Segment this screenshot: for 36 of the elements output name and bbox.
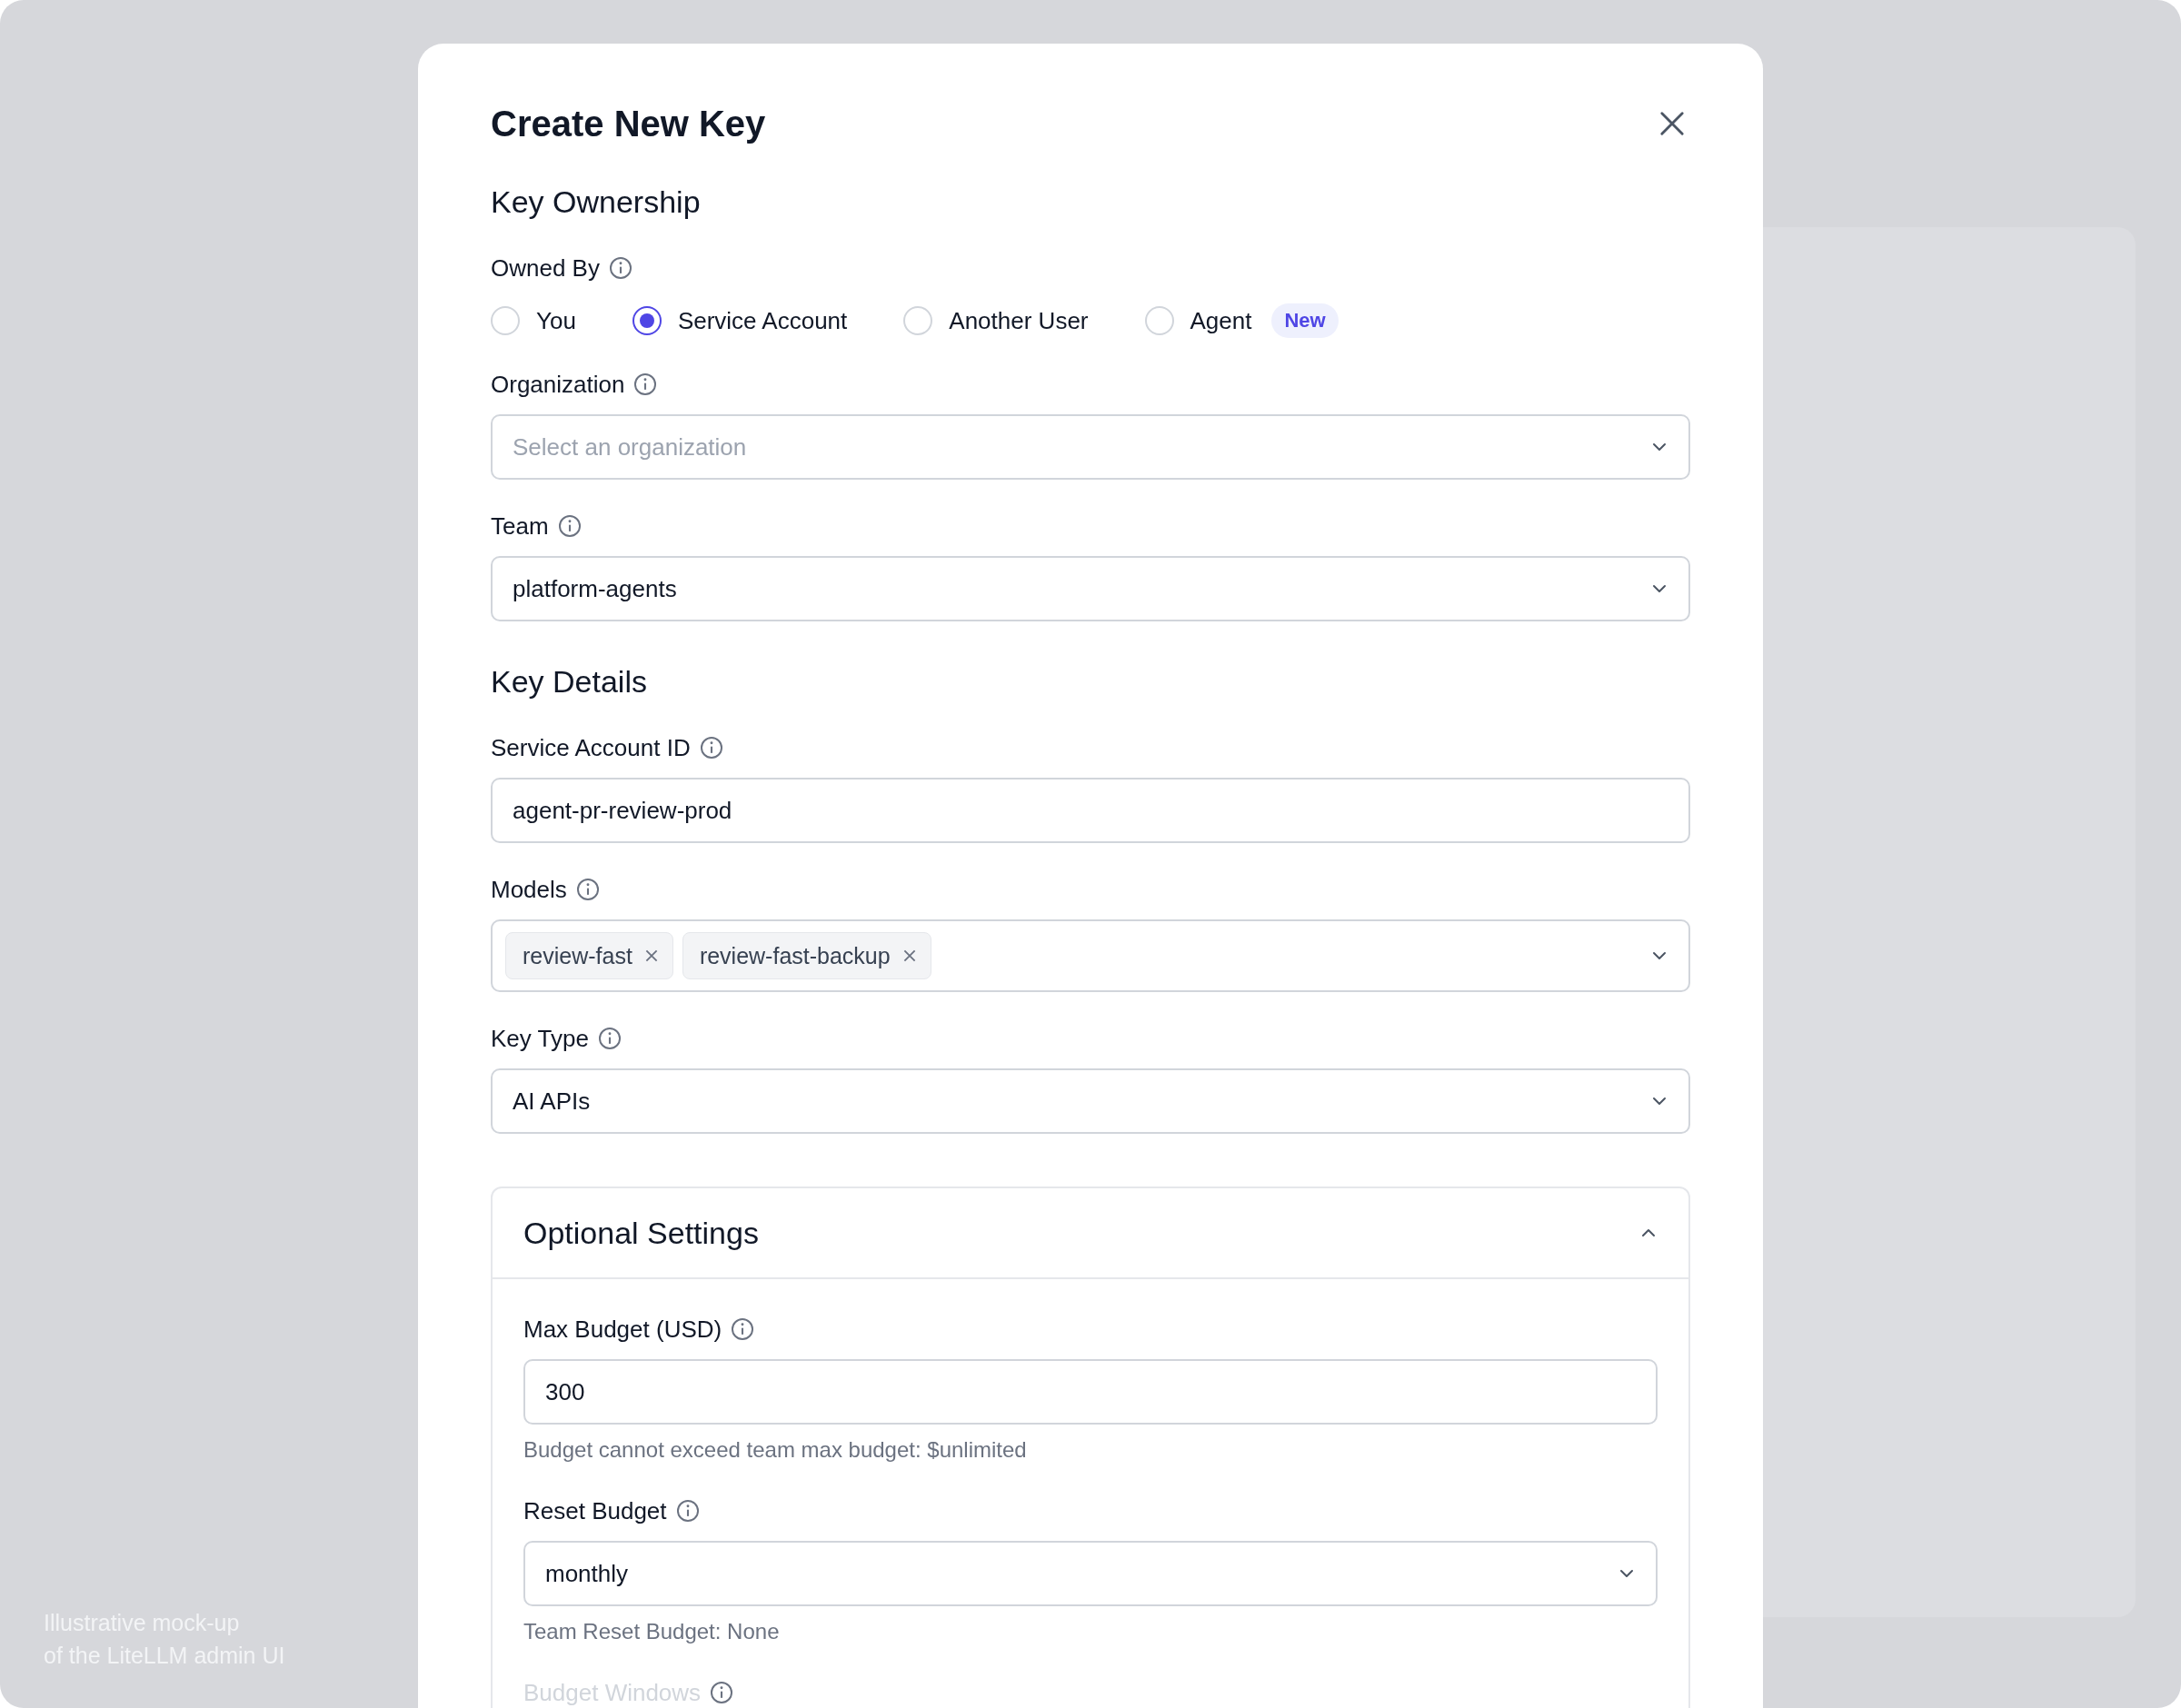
radio-option[interactable]: Agent xyxy=(1144,306,1252,335)
select-field[interactable]: AI APIs xyxy=(491,1068,1690,1134)
modal-title: Create New Key xyxy=(491,103,766,145)
info-icon xyxy=(710,1681,734,1704)
model-tag: review-fast-backup xyxy=(682,932,931,979)
help-text: Budget cannot exceed team max budget: $unlimited xyxy=(523,1436,1028,1464)
field-label: Organization xyxy=(491,370,625,400)
info-icon xyxy=(597,1027,622,1050)
radio-option[interactable]: You xyxy=(491,306,576,335)
info-icon xyxy=(633,372,658,396)
multi-select-field[interactable]: review-fast review-fast-backup xyxy=(491,919,1690,992)
section-heading: Key Details xyxy=(491,663,648,700)
radio-option[interactable]: Service Account xyxy=(632,306,848,335)
select-field[interactable]: platform-agents xyxy=(491,556,1690,621)
panel-header[interactable]: Optional Settings xyxy=(493,1188,1688,1279)
new-badge: New xyxy=(1271,303,1339,338)
section-heading: Key Ownership xyxy=(491,184,702,221)
select-field[interactable]: monthly xyxy=(523,1541,1658,1606)
field-label: Service Account ID xyxy=(491,733,691,763)
field-label: Models xyxy=(491,875,567,905)
input-field[interactable]: agent-pr-review-prod xyxy=(491,778,1690,843)
field-label: Key Type xyxy=(491,1024,589,1054)
help-text: Team Reset Budget: None xyxy=(523,1618,781,1645)
field-label: Owned By xyxy=(491,253,600,283)
field-label: Max Budget (USD) xyxy=(523,1315,722,1345)
field-label: Reset Budget xyxy=(523,1496,667,1526)
info-icon xyxy=(731,1317,755,1341)
field-label: Team xyxy=(491,511,549,541)
info-icon xyxy=(557,514,582,538)
radio-option[interactable]: Another User xyxy=(903,306,1089,335)
info-icon xyxy=(675,1499,700,1523)
info-icon xyxy=(699,736,723,760)
info-icon xyxy=(608,256,632,280)
info-icon xyxy=(575,878,600,901)
model-tag: review-fast xyxy=(505,932,673,979)
input-field[interactable]: 300 xyxy=(523,1359,1658,1425)
